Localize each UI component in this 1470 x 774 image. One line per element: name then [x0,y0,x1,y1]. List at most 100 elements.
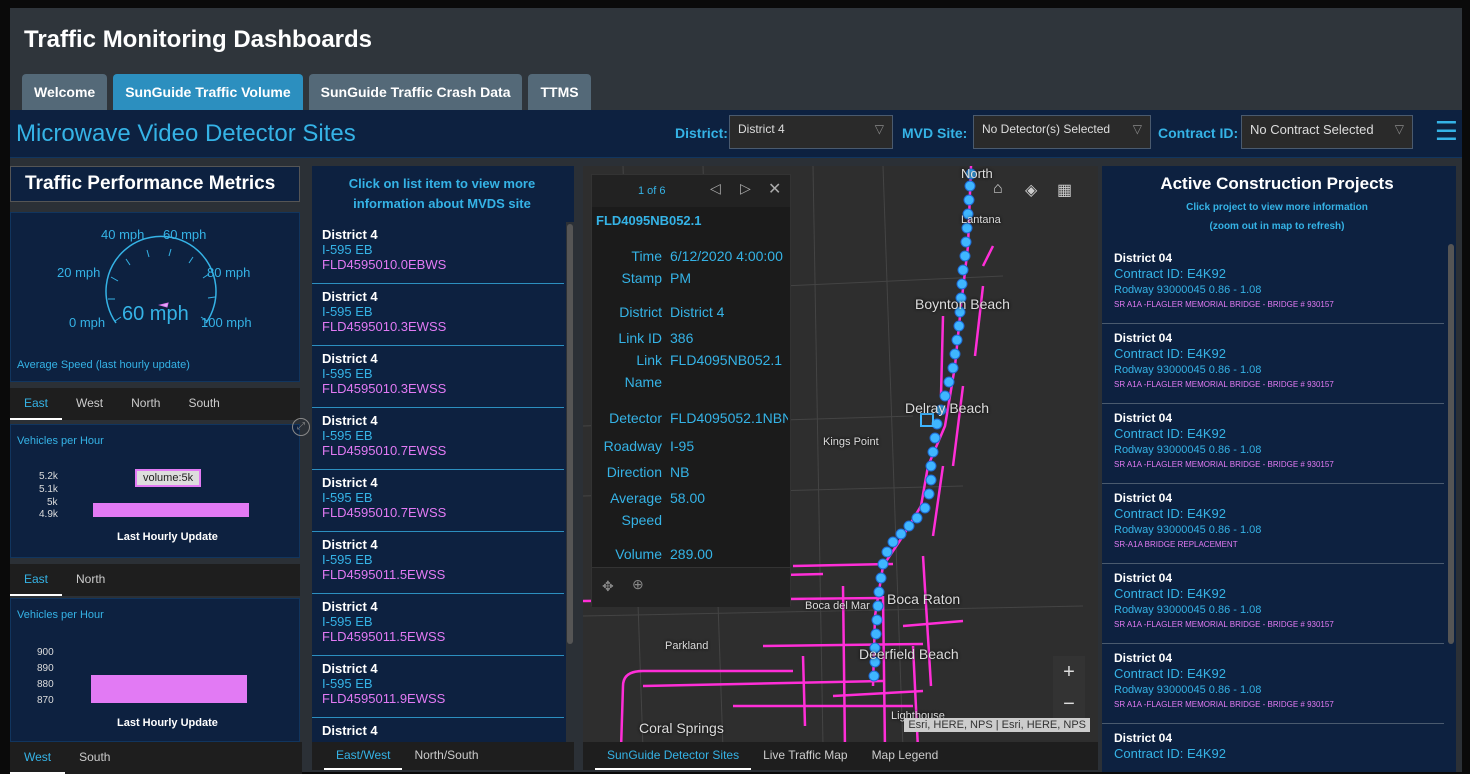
tab-south[interactable]: South [174,388,233,420]
construction-district: District 04 [1114,331,1173,345]
tab-north-south[interactable]: North/South [402,742,490,770]
volume-direction-tabs: East North [10,564,300,596]
close-icon[interactable]: ✕ [768,179,781,199]
list-item[interactable]: District 4 I-595 EB FLD4595010.7EWSS [312,408,564,470]
next-icon[interactable]: ▷ [740,180,751,197]
detector-marker[interactable] [919,502,931,514]
construction-item[interactable]: District 04 Contract ID: E4K92 [1102,724,1444,772]
list-item-district: District 4 [322,413,378,428]
list-item[interactable]: District 4 I-595 EB FLD4595010.7EWSS [312,470,564,532]
detector-marker[interactable] [927,446,939,458]
detector-marker[interactable] [953,320,965,332]
previous-icon[interactable]: ◁ [710,180,721,197]
detector-marker[interactable] [903,520,915,532]
volume-bar[interactable] [91,674,247,703]
list-item[interactable]: District 4 I-595 EB FLD4595010.3EWSS [312,284,564,346]
detector-marker[interactable] [877,558,889,570]
tab-west[interactable]: West [10,742,66,774]
detector-marker[interactable] [957,264,969,276]
tab-crash-data[interactable]: SunGuide Traffic Crash Data [308,74,523,110]
detector-marker[interactable] [949,348,961,360]
detector-marker[interactable] [868,670,880,682]
detector-marker[interactable] [964,180,976,192]
x-axis-label: Last Hourly Update [117,531,218,543]
chevron-down-icon: ▽ [1394,122,1404,136]
tab-east[interactable]: East [10,388,63,420]
tab-east-west[interactable]: East/West [324,742,403,770]
district-label: District: [675,125,728,141]
detector-marker[interactable] [963,194,975,206]
tab-traffic-volume[interactable]: SunGuide Traffic Volume [113,74,303,110]
construction-road: Rodway 93000045 0.86 - 1.08 [1114,604,1262,616]
menu-icon[interactable]: ☰ [1435,118,1458,144]
expand-icon[interactable]: ⤢ [292,418,310,436]
tab-north[interactable]: North [117,388,174,420]
basemap-icon[interactable]: ▦ [1057,180,1072,200]
tab-north[interactable]: North [62,564,119,596]
detector-marker[interactable] [871,614,883,626]
volume-bar[interactable] [93,503,249,517]
tab-east[interactable]: East [10,564,63,596]
tab-welcome[interactable]: Welcome [22,74,108,110]
zoom-out-button[interactable]: − [1053,688,1085,720]
list-item-road: I-595 EB [322,552,373,567]
map-place-label: Coral Springs [639,720,724,736]
scrollbar[interactable] [566,222,574,742]
layers-icon[interactable]: ◈ [1025,180,1037,200]
list-item-id: FLD4595011.5EWSS [322,567,446,582]
popup-field-value: 6/12/2020 4:00:00 PM [670,248,783,286]
detector-marker[interactable] [956,278,968,290]
map-place-label: Boca del Mar [805,600,870,612]
home-icon[interactable]: ⌂ [993,180,1003,198]
construction-item[interactable]: District 04 Contract ID: E4K92 Rodway 9300… [1102,244,1444,324]
zoom-in-button[interactable]: + [1053,656,1085,688]
detector-marker[interactable] [895,528,907,540]
detector-marker[interactable] [929,432,941,444]
tab-south[interactable]: South [65,742,124,774]
zoom-to-icon[interactable]: ⊕ [632,576,644,593]
detector-marker[interactable] [881,546,893,558]
list-item[interactable]: District 4 I-595 EB FLD4595010.0EBWS [312,222,564,284]
popup-counter: 1 of 6 [638,185,666,197]
tab-sunguide-detector-sites[interactable]: SunGuide Detector Sites [595,742,752,770]
list-item[interactable]: District 4 I-595 EB FLD4595011.5EWSS [312,532,564,594]
scrollbar-thumb[interactable] [567,224,573,644]
construction-item[interactable]: District 04 Contract ID: E4K92 Rodway 9300… [1102,404,1444,484]
construction-item[interactable]: District 04 Contract ID: E4K92 Rodway 9300… [1102,644,1444,724]
detector-marker[interactable] [925,474,937,486]
detector-marker[interactable] [947,362,959,374]
detector-marker[interactable] [923,488,935,500]
list-item-id: FLD4595010.7EWSS [322,443,447,458]
list-item[interactable]: District 4 I-595 EB FLD4595010.3EWSS [312,346,564,408]
tab-ttms[interactable]: TTMS [528,74,591,110]
contract-id-select[interactable]: No Contract Selected ▽ [1241,115,1413,149]
detector-marker[interactable] [943,376,955,388]
district-select[interactable]: District 4 ▽ [729,115,893,149]
list-item[interactable]: District 4 [312,718,564,742]
mvd-site-select[interactable]: No Detector(s) Selected ▽ [973,115,1151,149]
construction-item[interactable]: District 04 Contract ID: E4K92 Rodway 9300… [1102,484,1444,564]
scrollbar-thumb[interactable] [1448,244,1454,644]
map-view[interactable]: North Lantana Boynton Beach Delray Beach… [583,166,1098,749]
map-attribution: Esri, HERE, NPS | Esri, HERE, NPS [904,718,1090,732]
detector-marker[interactable] [959,250,971,262]
construction-item[interactable]: District 04 Contract ID: E4K92 Rodway 9300… [1102,564,1444,644]
detector-marker[interactable] [870,628,882,640]
detector-marker[interactable] [873,586,885,598]
tab-live-traffic-map[interactable]: Live Traffic Map [751,742,859,770]
construction-item[interactable]: District 04 Contract ID: E4K92 Rodway 9300… [1102,324,1444,404]
detector-marker[interactable] [911,512,923,524]
list-item[interactable]: District 4 I-595 EB FLD4595011.5EWSS [312,594,564,656]
detector-marker[interactable] [872,600,884,612]
list-item-district: District 4 [322,351,378,366]
tab-map-legend[interactable]: Map Legend [860,742,951,770]
metrics-header: Traffic Performance Metrics [10,166,300,202]
detector-marker[interactable] [875,572,887,584]
list-item[interactable]: District 4 I-595 EB FLD4595011.9EWSS [312,656,564,718]
tab-west[interactable]: West [62,388,117,420]
detector-marker[interactable] [951,334,963,346]
detector-marker[interactable] [960,236,972,248]
pan-icon[interactable]: ✥ [602,578,614,595]
detector-marker[interactable] [887,536,899,548]
detector-marker[interactable] [925,460,937,472]
